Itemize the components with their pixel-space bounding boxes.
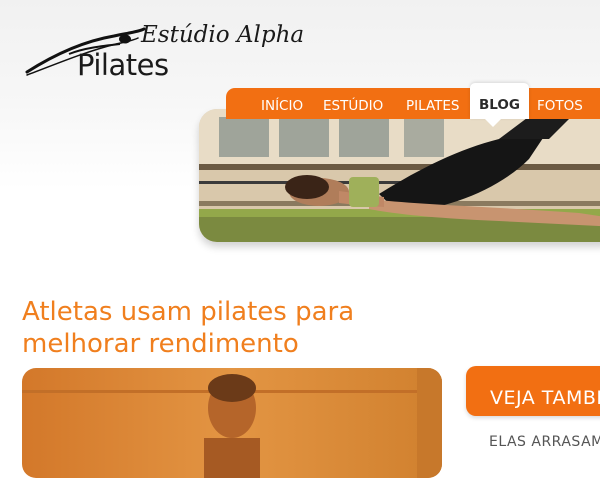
nav-item-pilates[interactable]: PILATES [406, 88, 460, 119]
article-title-line-2: melhorar rendimento [22, 329, 299, 359]
nav-item-inicio[interactable]: INÍCIO [261, 88, 303, 119]
nav-item-fotos[interactable]: FOTOS [537, 88, 583, 119]
nav-active-indicator [485, 119, 501, 127]
article-image[interactable] [22, 368, 442, 478]
article-title[interactable]: Atletas usam pilates para melhorar rendi… [22, 296, 442, 360]
article-title-line-1: Atletas usam pilates para [22, 297, 355, 327]
sidebar-title: VEJA TAMBÉM [490, 387, 600, 409]
nav-item-blog[interactable]: BLOG [470, 83, 529, 119]
hero-image [199, 109, 600, 242]
site-logo[interactable]: Estúdio Alpha Pilates [24, 20, 304, 82]
logo-text-studio: Estúdio Alpha [141, 22, 305, 48]
sidebar-link[interactable]: ELAS ARRASAM [489, 434, 600, 450]
nav-item-estudio[interactable]: ESTÚDIO [323, 88, 383, 119]
sidebar-section-header: VEJA TAMBÉM [466, 366, 600, 416]
logo-text-pilates: Pilates [77, 48, 169, 82]
main-nav: INÍCIO ESTÚDIO PILATES BLOG FOTOS [226, 83, 600, 119]
